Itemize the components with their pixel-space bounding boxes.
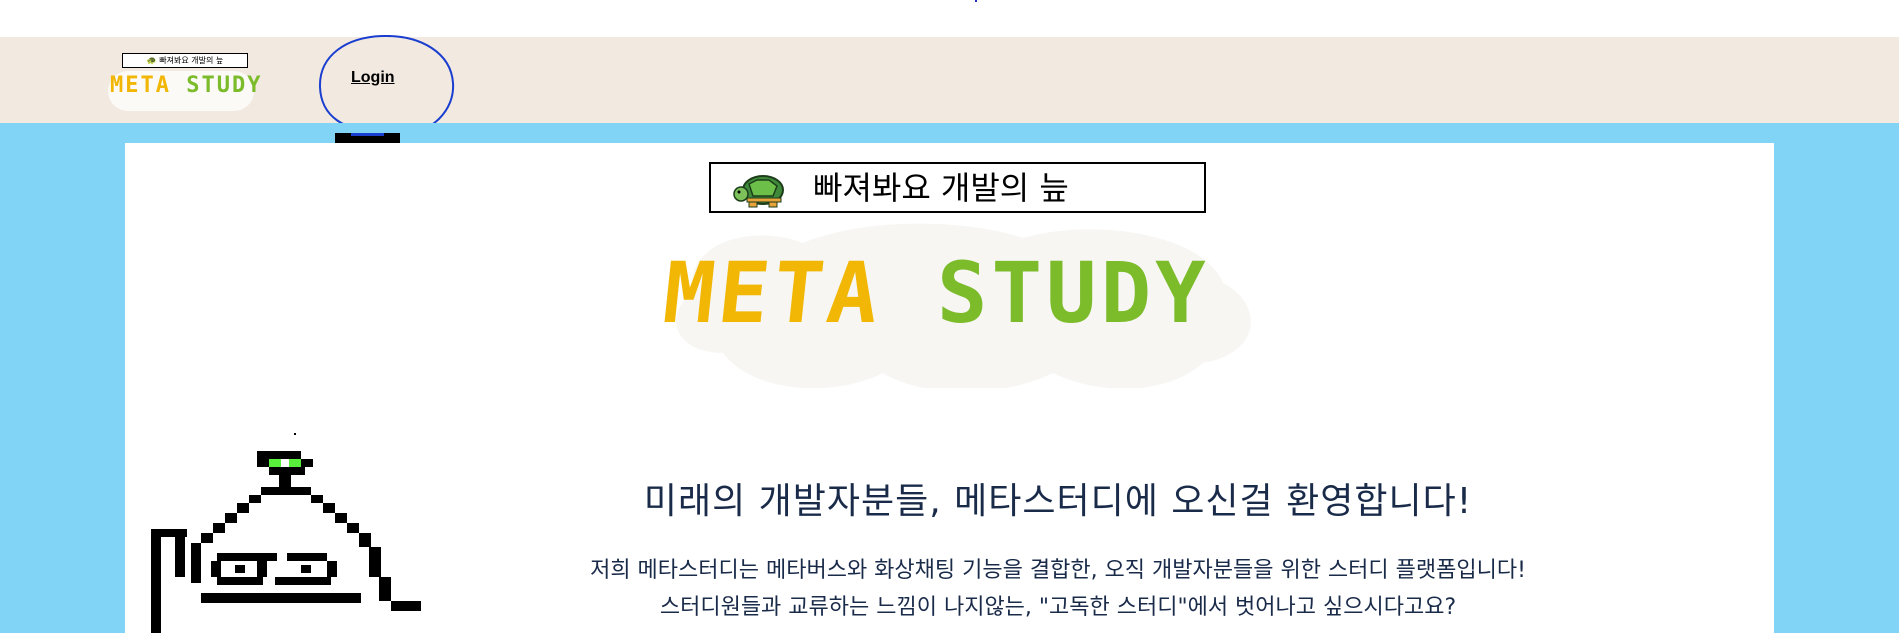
top-strip — [0, 0, 1899, 38]
welcome-title: 미래의 개발자분들, 메타스터디에 오신걸 환영합니다! — [643, 481, 1473, 522]
site-logo[interactable]: 🐢 빠져봐요 개발의 늪 META STUDY — [104, 53, 260, 115]
dark-tab-marker — [335, 133, 400, 143]
blue-mark — [351, 133, 384, 136]
logo-study-text: STUDY — [186, 73, 263, 98]
turtle-icon — [733, 175, 784, 208]
logo-wordmark: META STUDY — [110, 73, 262, 98]
logo-tagline: 🐢 빠져봐요 개발의 늪 — [122, 53, 248, 68]
main-card: 빠져봐요 개발의 늪 META STUDY 미래의 개발자분들, 메타스터디에 … — [125, 143, 1774, 633]
hero-tagline-text: 빠져봐요 개발의 늪 — [813, 169, 1069, 207]
logo-meta-text: META — [110, 73, 171, 98]
hero-tagline-box: 빠져봐요 개발의 늪 — [709, 162, 1206, 213]
site-header: 🐢 빠져봐요 개발의 늪 META STUDY Login — [0, 37, 1899, 123]
welcome-description-line-1: 저희 메타스터디는 메타버스와 화상채팅 기능을 결합한, 오직 개발자분들을 … — [590, 558, 1526, 583]
turtle-icon: 🐢 — [146, 56, 157, 65]
hero-meta-text: META — [658, 244, 888, 342]
stray-dot — [975, 0, 977, 2]
hero-wordmark: META STUDY — [659, 243, 1210, 343]
hero-logo: META STUDY — [650, 223, 1264, 393]
hero-study-text: STUDY — [936, 244, 1210, 342]
welcome-description-line-2: 스터디원들과 교류하는 느낌이 나지않는, "고독한 스터디"에서 벗어나고 싶… — [659, 595, 1457, 620]
pixel-sprout-mascot — [151, 433, 421, 633]
